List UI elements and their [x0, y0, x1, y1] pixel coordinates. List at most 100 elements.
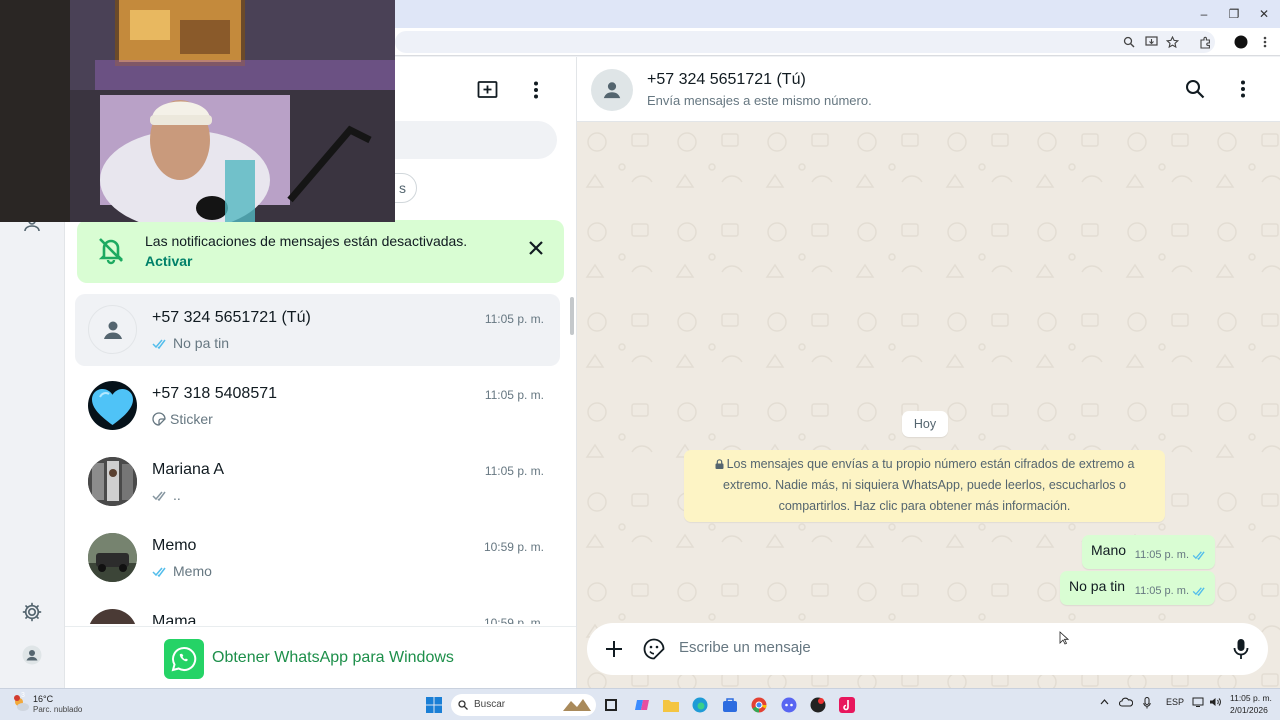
whatsapp-logo-icon	[164, 639, 204, 679]
encryption-notice[interactable]: Los mensajes que envías a tu propio núme…	[684, 450, 1165, 522]
message-text: No pa tin	[1069, 578, 1126, 594]
message-composer: Escribe un mensaje	[587, 623, 1268, 675]
chat-preview-text: Sticker	[170, 411, 213, 427]
activate-notifications-link[interactable]: Activar	[145, 253, 192, 269]
message-time: 11:05 p. m.	[1134, 549, 1189, 561]
restore-button[interactable]: ❐	[1217, 4, 1251, 24]
chat-list-scrollbar[interactable]	[570, 297, 574, 335]
network-icon[interactable]	[1192, 697, 1204, 709]
chat-preview: No pa tin	[152, 335, 229, 351]
chat-preview: Memo	[152, 563, 212, 579]
get-app-banner[interactable]: Obtener WhatsApp para Windows	[65, 626, 576, 688]
avatar	[88, 609, 137, 624]
address-bar[interactable]	[395, 31, 1215, 53]
avatar	[88, 457, 137, 506]
chat-row[interactable]: Mama 10:59 p. m.	[75, 598, 560, 624]
weather-temperature[interactable]: 16°C	[33, 694, 53, 704]
chat-row[interactable]: Mariana A 11:05 p. m. ..	[75, 446, 560, 518]
file-explorer-icon[interactable]	[661, 695, 681, 715]
chat-row[interactable]: +57 318 5408571 11:05 p. m. Sticker	[75, 370, 560, 442]
date-separator: Hoy	[902, 411, 948, 437]
tiktok-icon[interactable]	[837, 695, 857, 715]
onedrive-icon[interactable]	[1118, 697, 1134, 709]
chat-name: +57 324 5651721 (Tú)	[152, 309, 311, 326]
chat-list: +57 324 5651721 (Tú) 11:05 p. m. No pa t…	[65, 294, 565, 624]
get-app-link[interactable]: Obtener WhatsApp para Windows	[212, 649, 454, 667]
outgoing-message[interactable]: No pa tin 11:05 p. m.	[1060, 571, 1215, 605]
chat-preview-text: ..	[173, 487, 181, 503]
chat-preview: ..	[152, 487, 181, 503]
message-text: Mano	[1091, 542, 1127, 558]
conversation-menu-icon[interactable]	[1229, 75, 1257, 103]
notifications-banner: Las notificaciones de mensajes están des…	[77, 220, 564, 283]
encryption-notice-text: Los mensajes que envías a tu propio núme…	[723, 457, 1135, 513]
chat-preview: Sticker	[152, 411, 213, 427]
message-meta: 11:05 p. m.	[1135, 549, 1208, 561]
chat-name: Mama	[152, 613, 197, 624]
chat-name: +57 318 5408571	[152, 385, 278, 402]
outgoing-message[interactable]: Mano 11:05 p. m.	[1082, 535, 1215, 569]
weather-description[interactable]: Parc. nublado	[33, 705, 82, 714]
language-indicator[interactable]: ESP	[1166, 697, 1184, 707]
task-view-icon[interactable]	[601, 695, 621, 715]
microphone-tray-icon[interactable]	[1143, 697, 1151, 711]
search-icon[interactable]	[1181, 75, 1209, 103]
profile-avatar-icon[interactable]	[1233, 34, 1249, 50]
discord-icon[interactable]	[779, 695, 799, 715]
chrome-icon[interactable]	[749, 695, 769, 715]
conversation-header[interactable]: +57 324 5651721 (Tú) Envía mensajes a es…	[577, 57, 1280, 122]
chat-preview-text: No pa tin	[173, 335, 230, 351]
message-input[interactable]: Escribe un mensaje	[679, 639, 811, 656]
tray-overflow-icon[interactable]	[1100, 697, 1109, 707]
close-icon[interactable]	[524, 236, 548, 260]
notification-text: Las notificaciones de mensajes están des…	[145, 233, 468, 249]
sticker-emoji-icon[interactable]	[640, 635, 668, 663]
read-ticks-icon	[1192, 551, 1205, 560]
microphone-icon[interactable]	[1227, 635, 1255, 663]
chat-preview-text: Memo	[173, 563, 212, 579]
chat-time: 10:59 p. m.	[483, 616, 544, 624]
delivered-ticks-icon	[152, 491, 166, 501]
chat-row[interactable]: Memo 10:59 p. m. Memo	[75, 522, 560, 594]
conversation-panel: +57 324 5651721 (Tú) Envía mensajes a es…	[577, 57, 1280, 688]
bookmark-star-icon[interactable]	[1164, 34, 1180, 50]
avatar[interactable]	[591, 69, 633, 111]
windows-start-icon[interactable]	[424, 695, 444, 715]
volume-icon[interactable]	[1209, 697, 1221, 709]
edge-icon[interactable]	[690, 695, 710, 715]
avatar	[88, 305, 137, 354]
settings-gear-icon[interactable]	[18, 598, 46, 626]
chat-time: 11:05 p. m.	[484, 388, 544, 402]
clock-date[interactable]: 2/01/2026	[1230, 705, 1268, 715]
clock-time[interactable]: 11:05 p. m.	[1230, 693, 1272, 703]
attach-plus-icon[interactable]	[600, 635, 628, 663]
weather-badge: 3	[21, 692, 25, 699]
profile-icon[interactable]	[18, 641, 46, 669]
windows-taskbar: 3 16°C Parc. nublado Buscar ESP 11:05 p.…	[0, 688, 1280, 720]
chat-time: 10:59 p. m.	[483, 540, 544, 554]
search-icon	[458, 700, 468, 710]
close-window-button[interactable]: ✕	[1247, 4, 1280, 24]
read-ticks-icon	[152, 567, 166, 577]
copilot-icon[interactable]	[632, 695, 652, 715]
webcam-overlay	[0, 0, 395, 222]
new-chat-icon[interactable]	[474, 76, 502, 104]
browser-menu-icon[interactable]	[1257, 34, 1273, 50]
taskbar-search[interactable]: Buscar	[451, 694, 596, 716]
chat-time: 11:05 p. m.	[484, 312, 544, 326]
chat-name: Mariana A	[152, 461, 225, 478]
taskbar-search-label: Buscar	[474, 699, 506, 710]
message-meta: 11:05 p. m.	[1135, 585, 1208, 597]
install-app-icon[interactable]	[1143, 34, 1159, 50]
sticker-icon	[152, 412, 166, 426]
conversation-title: +57 324 5651721 (Tú)	[647, 71, 806, 88]
conversation-subtitle: Envía mensajes a este mismo número.	[647, 93, 872, 108]
chat-list-menu-icon[interactable]	[522, 76, 550, 104]
chat-row-self[interactable]: +57 324 5651721 (Tú) 11:05 p. m. No pa t…	[75, 294, 560, 366]
app-icon[interactable]	[808, 695, 828, 715]
extensions-icon[interactable]	[1197, 34, 1213, 50]
store-icon[interactable]	[720, 695, 740, 715]
zoom-icon[interactable]	[1121, 34, 1137, 50]
minimize-button[interactable]: –	[1187, 4, 1221, 24]
avatar	[88, 533, 137, 582]
